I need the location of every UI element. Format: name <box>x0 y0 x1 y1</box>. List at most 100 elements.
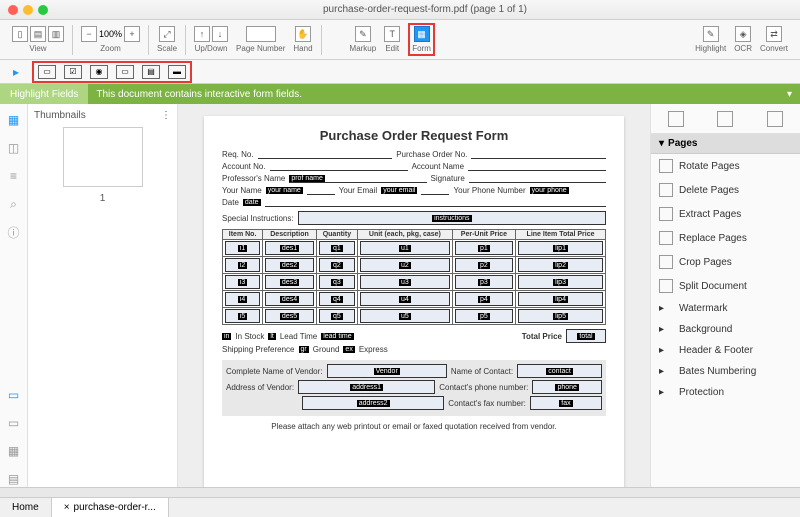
pages-header[interactable]: Pages <box>668 138 697 149</box>
highlight-icon[interactable]: ✎ <box>703 26 719 42</box>
form-field[interactable]: des2 <box>265 258 314 272</box>
form-field[interactable]: i2 <box>225 258 260 272</box>
ocr-icon[interactable]: ◈ <box>735 26 751 42</box>
sidebar-expandable[interactable]: ▸Bates Numbering <box>651 361 800 382</box>
form-field[interactable]: i4 <box>225 292 260 306</box>
page-number-input[interactable] <box>246 26 276 42</box>
thumbnails-menu-icon[interactable]: ⋮ <box>161 110 171 121</box>
sidebar-tab-c-icon[interactable] <box>767 111 783 127</box>
instructions-field[interactable]: instructions <box>432 215 471 222</box>
form-field[interactable]: u2 <box>360 258 450 272</box>
fax-field[interactable]: fax <box>559 400 572 407</box>
leftbar-icon-c[interactable]: ▦ <box>6 443 22 459</box>
form-field[interactable]: des1 <box>265 241 314 255</box>
bookmarks-tab-icon[interactable]: ◫ <box>6 140 22 156</box>
sidebar-item[interactable]: Extract Pages <box>651 202 800 226</box>
thumbnails-tab-icon[interactable]: ▦ <box>6 112 22 128</box>
leftbar-icon-b[interactable]: ▭ <box>6 415 22 431</box>
form-field[interactable]: p1 <box>455 241 513 255</box>
info-tab-icon[interactable]: ⓘ <box>6 224 22 240</box>
form-field[interactable]: des3 <box>265 275 314 289</box>
combobox-tool-icon[interactable]: ▭ <box>116 65 134 79</box>
form-field[interactable]: i1 <box>225 241 260 255</box>
zoom-out-icon[interactable]: − <box>81 26 97 42</box>
leftbar-icon-a[interactable]: ▭ <box>6 387 22 403</box>
sidebar-expandable[interactable]: ▸Header & Footer <box>651 340 800 361</box>
sidebar-item[interactable]: Delete Pages <box>651 178 800 202</box>
view-double-icon[interactable]: ▥ <box>48 26 64 42</box>
youremail-field[interactable]: your email <box>381 187 417 194</box>
button-tool-icon[interactable]: ▬ <box>168 65 186 79</box>
form-field[interactable]: u5 <box>360 309 450 323</box>
minimize-icon[interactable] <box>23 5 33 15</box>
total-field[interactable]: total <box>577 333 594 340</box>
edit-icon[interactable]: T <box>384 26 400 42</box>
form-field[interactable]: q5 <box>319 309 355 323</box>
horizontal-scrollbar[interactable] <box>0 487 800 497</box>
form-field[interactable]: des4 <box>265 292 314 306</box>
maximize-icon[interactable] <box>38 5 48 15</box>
form-field[interactable]: p4 <box>455 292 513 306</box>
radio-tool-icon[interactable]: ◉ <box>90 65 108 79</box>
yourname-field[interactable]: your name <box>266 187 303 194</box>
search-tab-icon[interactable]: ⌕ <box>6 196 22 212</box>
close-icon[interactable] <box>8 5 18 15</box>
sidebar-expandable[interactable]: ▸Watermark <box>651 298 800 319</box>
page-thumbnail[interactable] <box>63 127 143 187</box>
sidebar-tab-a-icon[interactable] <box>668 111 684 127</box>
panel-toggle-icon[interactable]: ▸ <box>8 64 24 80</box>
sidebar-item[interactable]: Replace Pages <box>651 226 800 250</box>
view-continuous-icon[interactable]: ▤ <box>30 26 46 42</box>
form-field[interactable]: i3 <box>225 275 260 289</box>
zoom-value[interactable]: 100% <box>99 29 122 39</box>
vendor-field[interactable]: Vendor <box>374 368 400 375</box>
form-field[interactable]: lip2 <box>518 258 603 272</box>
form-field[interactable]: p3 <box>455 275 513 289</box>
address1-field[interactable]: address1 <box>350 384 383 391</box>
address2-field[interactable]: address2 <box>357 400 390 407</box>
home-tab[interactable]: Home <box>0 498 52 517</box>
zoom-in-icon[interactable]: + <box>124 26 140 42</box>
leadtime-field[interactable]: lead time <box>321 333 353 340</box>
form-button[interactable]: ▦ Form <box>408 23 435 56</box>
sidebar-item[interactable]: Split Document <box>651 274 800 298</box>
form-field[interactable]: p5 <box>455 309 513 323</box>
form-field[interactable]: q4 <box>319 292 355 306</box>
listbox-tool-icon[interactable]: ▤ <box>142 65 160 79</box>
highlight-fields-button[interactable]: Highlight Fields <box>0 84 88 104</box>
form-field[interactable]: u3 <box>360 275 450 289</box>
file-tab[interactable]: ×purchase-order-r... <box>52 498 169 517</box>
form-field[interactable]: des5 <box>265 309 314 323</box>
sidebar-tab-b-icon[interactable] <box>717 111 733 127</box>
form-field[interactable]: q3 <box>319 275 355 289</box>
form-field[interactable]: u1 <box>360 241 450 255</box>
form-field[interactable]: lip5 <box>518 309 603 323</box>
form-field[interactable]: i5 <box>225 309 260 323</box>
phone-field[interactable]: phone <box>555 384 578 391</box>
form-field[interactable]: p2 <box>455 258 513 272</box>
page-down-icon[interactable]: ↓ <box>212 26 228 42</box>
convert-icon[interactable]: ⇄ <box>766 26 782 42</box>
sidebar-expandable[interactable]: ▸Protection <box>651 382 800 403</box>
view-single-icon[interactable]: ▯ <box>12 26 28 42</box>
contact-field[interactable]: contact <box>546 368 573 375</box>
yourphone-field[interactable]: your phone <box>530 187 569 194</box>
form-field[interactable]: lip1 <box>518 241 603 255</box>
form-field[interactable]: lip3 <box>518 275 603 289</box>
checkbox-tool-icon[interactable]: ☑ <box>64 65 82 79</box>
sidebar-expandable[interactable]: ▸Background <box>651 319 800 340</box>
form-field[interactable]: u4 <box>360 292 450 306</box>
document-viewport[interactable]: Purchase Order Request Form Req. No.Purc… <box>178 104 650 487</box>
sidebar-item[interactable]: Rotate Pages <box>651 154 800 178</box>
form-field[interactable]: q2 <box>319 258 355 272</box>
page-up-icon[interactable]: ↑ <box>194 26 210 42</box>
hand-icon[interactable]: ✋ <box>295 26 311 42</box>
form-field[interactable]: q1 <box>319 241 355 255</box>
outline-tab-icon[interactable]: ≡ <box>6 168 22 184</box>
leftbar-icon-d[interactable]: ▤ <box>6 471 22 487</box>
textfield-tool-icon[interactable]: ▭ <box>38 65 56 79</box>
sidebar-item[interactable]: Crop Pages <box>651 250 800 274</box>
date-field[interactable]: date <box>243 199 261 206</box>
form-field[interactable]: lip4 <box>518 292 603 306</box>
profname-field[interactable]: prof name <box>289 175 325 182</box>
